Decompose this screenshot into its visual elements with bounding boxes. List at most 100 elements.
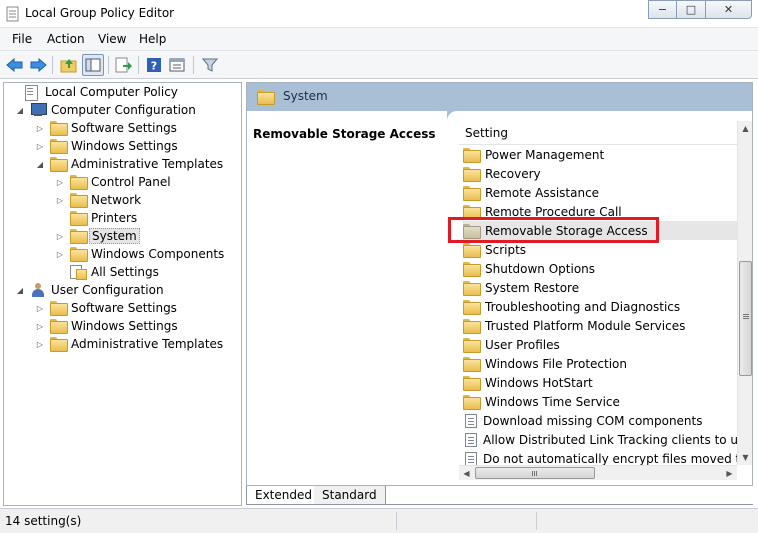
- list-item-folder[interactable]: Remote Assistance: [463, 183, 739, 202]
- list-item-label: Windows HotStart: [485, 375, 593, 390]
- list-item-folder[interactable]: Recovery: [463, 164, 739, 183]
- svg-text:?: ?: [151, 60, 157, 73]
- window-controls: − □ ✕: [648, 0, 752, 19]
- menu-action[interactable]: Action: [47, 32, 85, 46]
- tree-item[interactable]: ▷ Control Panel: [54, 173, 173, 191]
- annotation-highlight-box: [448, 217, 659, 243]
- tree-item-label: System: [89, 228, 140, 244]
- folder-icon: [463, 319, 481, 334]
- tree-item-label: User Configuration: [51, 283, 164, 297]
- tree-item-label: Local Computer Policy: [45, 85, 178, 99]
- expand-arrow-icon[interactable]: ▷: [54, 194, 66, 206]
- computer-icon: [30, 103, 47, 117]
- scroll-thumb[interactable]: [739, 261, 752, 376]
- help-icon[interactable]: ?: [143, 54, 165, 76]
- user-icon: [30, 283, 46, 297]
- tree-item[interactable]: ▷ Software Settings: [34, 299, 179, 317]
- expand-arrow-icon[interactable]: ▷: [34, 302, 46, 314]
- list-item-folder[interactable]: User Profiles: [463, 335, 739, 354]
- up-folder-icon[interactable]: [58, 54, 80, 76]
- list-item-label: Troubleshooting and Diagnostics: [485, 299, 681, 314]
- list-item-folder[interactable]: Windows File Protection: [463, 354, 739, 373]
- tree-item[interactable]: ◢ Computer Configuration: [14, 101, 198, 119]
- scroll-up-icon[interactable]: ▲: [738, 121, 752, 136]
- scroll-right-icon[interactable]: ▶: [722, 466, 737, 481]
- expand-arrow-icon[interactable]: ▷: [54, 248, 66, 260]
- expand-arrow-icon[interactable]: ▷: [34, 122, 46, 134]
- tree-item[interactable]: ▷ Software Settings: [34, 119, 179, 137]
- tree-item[interactable]: ▷ Administrative Templates: [34, 335, 225, 353]
- tree-item-label: Windows Settings: [71, 139, 178, 153]
- horizontal-scrollbar[interactable]: ◀ ▶: [459, 465, 737, 480]
- tree-item[interactable]: ▷ System: [54, 227, 140, 245]
- menu-bar: File Action View Help: [0, 28, 758, 51]
- policy-setting-icon: [465, 451, 477, 466]
- list-item-setting[interactable]: Download missing COM components: [463, 411, 739, 430]
- list-item-folder[interactable]: System Restore: [463, 278, 739, 297]
- hscroll-thumb[interactable]: [475, 467, 595, 479]
- properties-icon[interactable]: [166, 54, 188, 76]
- tree-item[interactable]: ◢ Administrative Templates: [34, 155, 225, 173]
- scroll-down-icon[interactable]: ▼: [738, 450, 752, 465]
- show-hide-tree-icon[interactable]: [82, 54, 104, 76]
- list-item-folder[interactable]: Trusted Platform Module Services: [463, 316, 739, 335]
- description-title: Removable Storage Access: [253, 127, 436, 141]
- folder-icon: [70, 247, 88, 262]
- forward-arrow-icon[interactable]: [27, 54, 49, 76]
- toolbar: ?: [0, 51, 758, 79]
- collapse-arrow-icon[interactable]: ◢: [14, 104, 26, 116]
- close-button[interactable]: ✕: [706, 0, 752, 19]
- folder-icon: [50, 337, 68, 352]
- list-item-label: Shutdown Options: [485, 261, 596, 276]
- folder-icon: [257, 90, 275, 105]
- details-header-title: System: [283, 89, 328, 103]
- collapse-arrow-icon[interactable]: ◢: [14, 284, 26, 296]
- tree-item[interactable]: Printers: [54, 209, 139, 227]
- column-header-setting[interactable]: Setting: [459, 121, 739, 145]
- list-item-folder[interactable]: Windows Time Service: [463, 392, 739, 411]
- expand-arrow-icon[interactable]: ▷: [54, 230, 66, 242]
- tree-pane[interactable]: Local Computer Policy ◢ Computer Configura…: [3, 82, 242, 506]
- folder-icon: [70, 193, 88, 208]
- menu-file[interactable]: File: [12, 32, 32, 46]
- scroll-left-icon[interactable]: ◀: [459, 466, 474, 481]
- vertical-scrollbar[interactable]: ▲ ▼: [737, 121, 752, 465]
- filter-icon[interactable]: [199, 54, 221, 76]
- list-item-label: Power Management: [485, 147, 605, 162]
- folder-icon: [70, 229, 88, 244]
- tree-item[interactable]: Local Computer Policy: [8, 83, 180, 101]
- tree-item[interactable]: ◢ User Configuration: [14, 281, 166, 299]
- tree-item[interactable]: ▷ Windows Components: [54, 245, 226, 263]
- expand-arrow-icon[interactable]: ▷: [34, 338, 46, 350]
- tree-item[interactable]: ▷ Windows Settings: [34, 137, 180, 155]
- list-item-folder[interactable]: Troubleshooting and Diagnostics: [463, 297, 739, 316]
- list-item-folder[interactable]: Windows HotStart: [463, 373, 739, 392]
- folder-icon: [50, 319, 68, 334]
- tree-item[interactable]: ▷ Network: [54, 191, 143, 209]
- list-item-folder[interactable]: Power Management: [463, 145, 739, 164]
- tree-item-label: Software Settings: [71, 301, 177, 315]
- list-item-label: Do not automatically encrypt files moved…: [483, 451, 739, 466]
- menu-help[interactable]: Help: [139, 32, 166, 46]
- minimize-button[interactable]: −: [648, 0, 677, 19]
- list-item-label: Recovery: [485, 166, 541, 181]
- list-item-folder[interactable]: Shutdown Options: [463, 259, 739, 278]
- collapse-arrow-icon[interactable]: ◢: [34, 158, 46, 170]
- expand-arrow-icon[interactable]: ▷: [34, 320, 46, 332]
- tab-standard[interactable]: Standard: [314, 486, 386, 505]
- export-list-icon[interactable]: [113, 54, 135, 76]
- expand-arrow-icon[interactable]: ▷: [34, 140, 46, 152]
- list-item-label: Allow Distributed Link Tracking clients …: [483, 432, 739, 447]
- tab-extended[interactable]: Extended: [246, 486, 321, 505]
- tree-item[interactable]: ▷ Windows Settings: [34, 317, 180, 335]
- maximize-button[interactable]: □: [677, 0, 706, 19]
- menu-view[interactable]: View: [98, 32, 126, 46]
- folder-icon: [463, 281, 481, 296]
- back-arrow-icon[interactable]: [4, 54, 26, 76]
- tree-item[interactable]: All Settings: [54, 263, 161, 281]
- list-item-label: Trusted Platform Module Services: [485, 318, 686, 333]
- expand-arrow-icon[interactable]: ▷: [54, 176, 66, 188]
- list-item-setting[interactable]: Allow Distributed Link Tracking clients …: [463, 430, 739, 449]
